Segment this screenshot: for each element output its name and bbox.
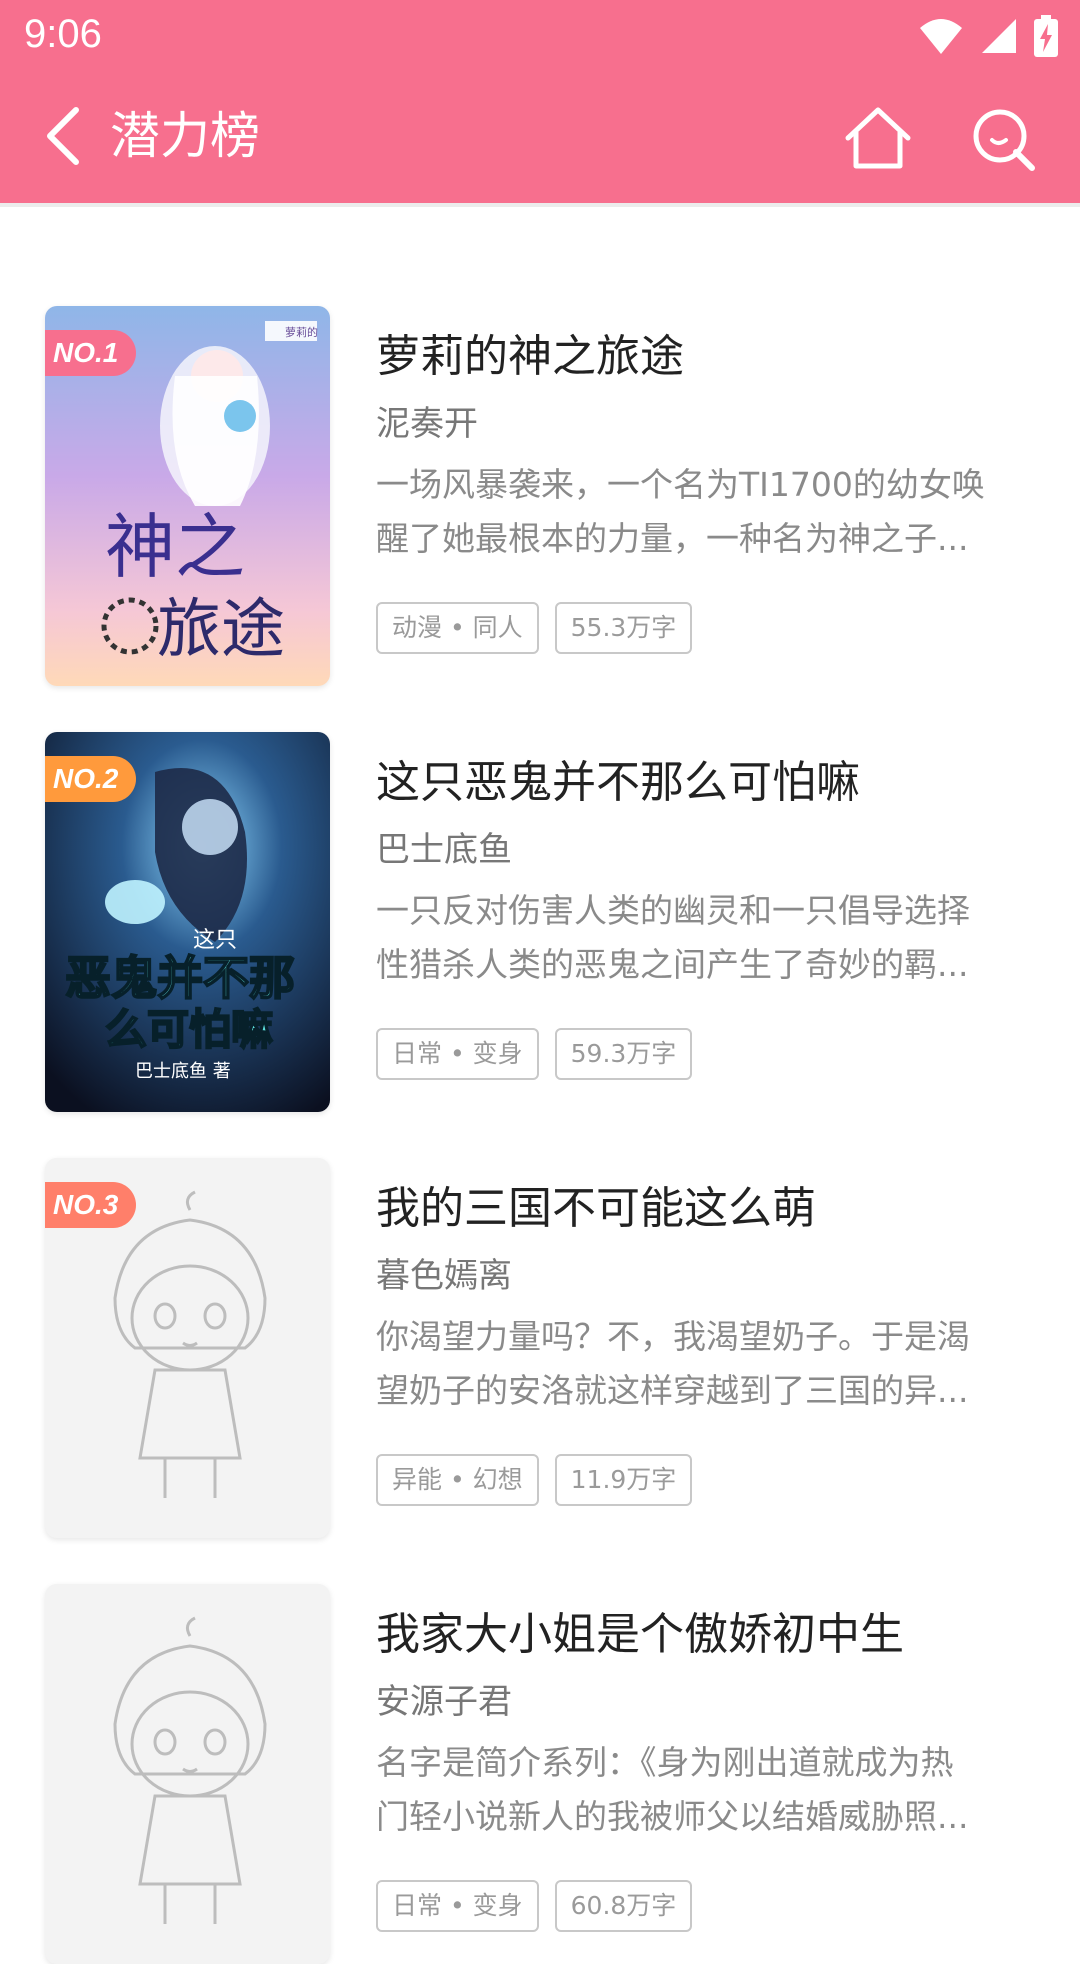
- category-tag: 动漫 • 同人: [376, 602, 539, 654]
- book-cover-placeholder: [45, 1584, 330, 1964]
- book-title: 这只恶鬼并不那么可怕嘛: [376, 757, 860, 808]
- description-line: 你渴望力量吗？不，我渴望奶子。于是渴: [376, 1317, 970, 1356]
- word-count-tag: 60.8万字: [554, 1880, 693, 1932]
- book-author: 暮色嫣离: [376, 1256, 512, 1296]
- search-icon[interactable]: [970, 106, 1038, 174]
- category-tag: 日常 • 变身: [376, 1880, 539, 1932]
- wifi-icon: [920, 19, 962, 54]
- book-author: 安源子君: [376, 1682, 512, 1722]
- cover-title-top: 这只: [193, 928, 237, 953]
- book-title: 我的三国不可能这么萌: [376, 1183, 816, 1234]
- list-item[interactable]: 我家大小姐是个傲娇初中生 安源子君 名字是简介系列：《身为刚出道就成为热 门轻小…: [0, 1584, 1080, 1964]
- book-tags: 日常 • 变身 60.8万字: [376, 1880, 693, 1932]
- app-bar: 9:06 潜力榜: [0, 0, 1080, 203]
- word-count-tag: 59.3万字: [554, 1028, 693, 1080]
- category-tag: 日常 • 变身: [376, 1028, 539, 1080]
- description-line: 一只反对伤害人类的幽灵和一只倡导选择: [376, 891, 970, 930]
- book-title: 萝莉的神之旅途: [376, 331, 684, 382]
- cover-title-bottom: 么可怕嘛: [105, 1005, 273, 1054]
- cover-badge: 萝莉的: [285, 325, 318, 339]
- book-author: 巴士底鱼: [376, 830, 512, 870]
- list-item[interactable]: NO.3 我的三国不可能这么萌 暮色嫣离 你渴望力量吗？不，我渴望奶子。于是渴 …: [0, 1158, 1080, 1538]
- rank-badge: NO.2: [45, 756, 137, 802]
- book-description: 名字是简介系列：《身为刚出道就成为热 门轻小说新人的我被师父以结婚威胁照...: [376, 1736, 1036, 1844]
- list-item[interactable]: 这只 恶鬼并不那 么可怕嘛 巴士底鱼 著 NO.2 这只恶鬼并不那么可怕嘛 巴士…: [0, 732, 1080, 1112]
- description-line: 门轻小说新人的我被师父以结婚威胁照...: [376, 1797, 969, 1836]
- book-title: 我家大小姐是个傲娇初中生: [376, 1609, 904, 1660]
- header-divider: [0, 203, 1080, 207]
- description-line: 醒了她最根本的力量，一种名为神之子...: [376, 519, 969, 558]
- rank-badge: NO.3: [45, 1182, 137, 1228]
- book-tags: 动漫 • 同人 55.3万字: [376, 602, 693, 654]
- description-line: 望奶子的安洛就这样穿越到了三国的异...: [376, 1371, 969, 1410]
- cover-title-bottom: 旅途: [157, 593, 285, 667]
- rank-badge: NO.1: [45, 330, 137, 376]
- back-icon[interactable]: [36, 100, 92, 172]
- cover-title-top: 神之: [105, 506, 245, 588]
- book-tags: 异能 • 幻想 11.9万字: [376, 1454, 693, 1506]
- book-tags: 日常 • 变身 59.3万字: [376, 1028, 693, 1080]
- home-icon[interactable]: [842, 104, 914, 172]
- description-line: 一场风暴袭来，一个名为TI1700的幼女唤: [376, 465, 985, 504]
- cover-title-mid: 恶鬼并不那: [65, 951, 295, 1005]
- status-time: 9:06: [24, 12, 102, 56]
- description-line: 名字是简介系列：《身为刚出道就成为热: [376, 1743, 954, 1782]
- cellular-signal-icon: [982, 19, 1016, 53]
- list-item[interactable]: 萝莉的 神之 旅途 NO.1 萝莉的神之旅途 泥奏开 一场风暴袭来，一个名为TI…: [0, 306, 1080, 686]
- book-description: 一只反对伤害人类的幽灵和一只倡导选择 性猎杀人类的恶鬼之间产生了奇妙的羁...: [376, 884, 1036, 992]
- book-description: 一场风暴袭来，一个名为TI1700的幼女唤 醒了她最根本的力量，一种名为神之子.…: [376, 458, 1036, 566]
- book-author: 泥奏开: [376, 404, 478, 444]
- battery-charging-icon: [1034, 15, 1058, 57]
- description-line: 性猎杀人类的恶鬼之间产生了奇妙的羁...: [376, 945, 969, 984]
- word-count-tag: 11.9万字: [554, 1454, 693, 1506]
- page-title: 潜力榜: [110, 107, 260, 165]
- cover-author: 巴士底鱼 著: [135, 1061, 231, 1082]
- word-count-tag: 55.3万字: [554, 602, 693, 654]
- status-icons: [918, 14, 1058, 58]
- category-tag: 异能 • 幻想: [376, 1454, 539, 1506]
- book-description: 你渴望力量吗？不，我渴望奶子。于是渴 望奶子的安洛就这样穿越到了三国的异...: [376, 1310, 1036, 1418]
